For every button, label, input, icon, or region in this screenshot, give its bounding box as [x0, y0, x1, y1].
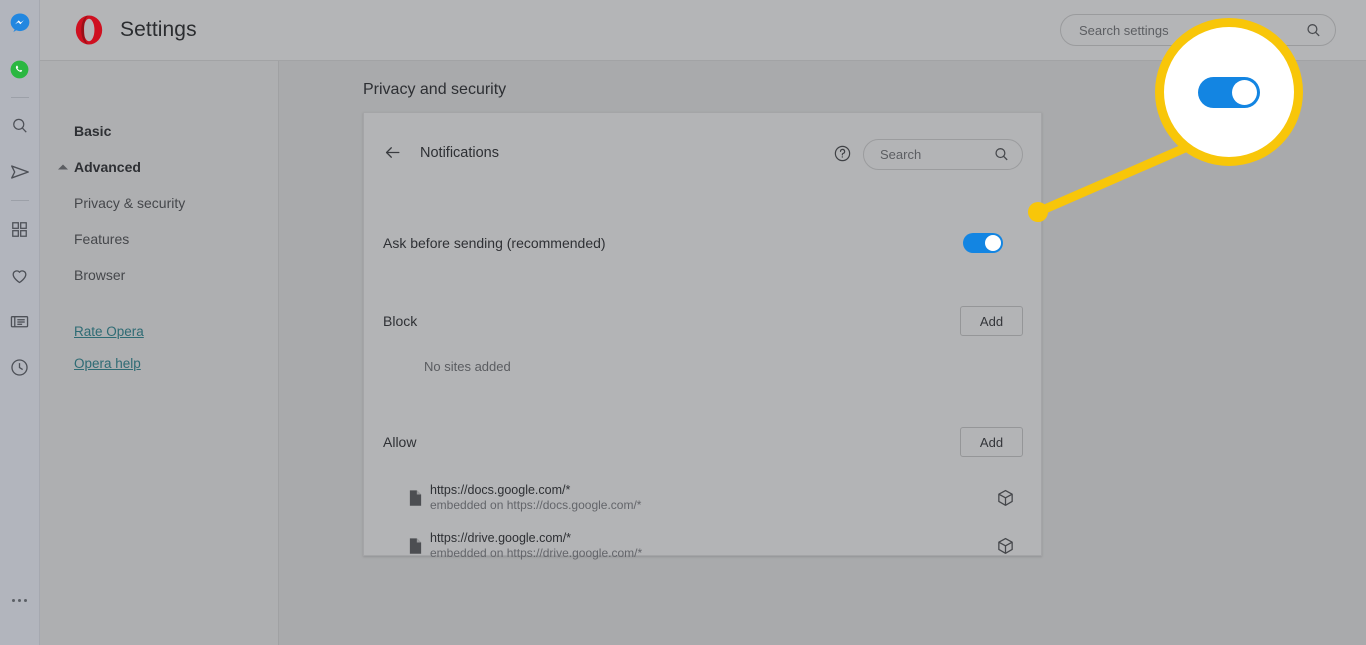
- rail-divider-1: [10, 97, 29, 98]
- clock-history-icon: [11, 358, 28, 376]
- card-spacer-1: [364, 271, 1041, 297]
- sidebar-link-opera-help[interactable]: Opera help: [40, 347, 278, 379]
- sidebar-item-label: Basic: [74, 123, 112, 139]
- whatsapp-icon: [10, 60, 29, 78]
- rail-item-speeddial[interactable]: [0, 206, 40, 252]
- rail-item-history[interactable]: [0, 344, 40, 390]
- apps-grid-icon: [12, 221, 27, 237]
- sidebar-list: Basic Advanced Privacy & security Featur…: [40, 61, 278, 379]
- search-icon: [12, 118, 27, 133]
- ask-before-sending-row: Ask before sending (recommended): [364, 215, 1041, 271]
- rail-item-news[interactable]: [0, 298, 40, 344]
- block-section-header: Block Add: [364, 297, 1041, 345]
- sidebar-item-label: Advanced: [74, 159, 141, 175]
- more-dots-icon: [12, 598, 27, 602]
- list-item[interactable]: https://docs.google.com/* embedded on ht…: [364, 474, 1041, 522]
- rail-divider-2: [10, 200, 29, 201]
- ask-before-sending-label: Ask before sending (recommended): [383, 235, 606, 251]
- telegram-send-icon: [10, 165, 29, 179]
- opera-logo: [75, 15, 103, 45]
- rail-item-whatsapp[interactable]: [0, 46, 40, 92]
- site-text: https://docs.google.com/* embedded on ht…: [430, 482, 641, 514]
- cube-icon[interactable]: [996, 536, 1015, 556]
- magnifier-callout: [1155, 18, 1303, 166]
- allow-site-list: https://docs.google.com/* embedded on ht…: [364, 466, 1041, 570]
- document-icon: [409, 538, 422, 554]
- card-search-box[interactable]: [863, 139, 1023, 170]
- notifications-card: Notifications Ask before sending (recomm…: [363, 112, 1042, 560]
- allow-label: Allow: [383, 434, 417, 450]
- site-embedded-note: embedded on https://docs.google.com/*: [430, 498, 642, 513]
- search-icon: [1307, 24, 1320, 37]
- search-icon: [995, 148, 1008, 161]
- app-title: Settings: [120, 18, 197, 41]
- site-embedded-note: embedded on https://drive.google.com/*: [430, 546, 643, 561]
- card-spacer-2: [364, 374, 1041, 418]
- allow-section-header: Allow Add: [364, 418, 1041, 466]
- app-window: Settings Basic Advanced Privacy & securi…: [0, 0, 1366, 645]
- sidebar-item-label: Privacy & security: [74, 195, 186, 211]
- sidebar-item-label: Features: [74, 231, 130, 247]
- news-card-icon: [10, 315, 29, 327]
- card-spacer-top: [364, 189, 1041, 215]
- rail-item-search[interactable]: [0, 103, 40, 149]
- rail-overflow-button[interactable]: [0, 577, 40, 623]
- toggle-knob: [985, 235, 1001, 251]
- rail-item-telegram[interactable]: [0, 149, 40, 195]
- cube-icon[interactable]: [996, 488, 1015, 508]
- sidebar-link-rate-opera[interactable]: Rate Opera: [40, 315, 278, 347]
- zoomed-toggle-knob: [1232, 79, 1257, 105]
- block-label: Block: [383, 313, 418, 329]
- settings-sidebar: Basic Advanced Privacy & security Featur…: [40, 61, 279, 645]
- block-add-button[interactable]: Add: [960, 306, 1023, 336]
- sidebar-item-browser[interactable]: Browser: [40, 257, 278, 293]
- site-text: https://drive.google.com/* embedded on h…: [430, 530, 642, 562]
- heart-icon: [12, 269, 27, 283]
- page-title: Privacy and security: [363, 81, 507, 98]
- help-circle-icon[interactable]: [833, 144, 852, 163]
- ask-before-sending-toggle[interactable]: [963, 233, 1003, 253]
- browser-side-rail: [0, 0, 40, 645]
- site-url: https://docs.google.com/*: [430, 482, 571, 497]
- site-url: https://drive.google.com/*: [430, 530, 572, 545]
- rail-item-messenger[interactable]: [0, 0, 40, 46]
- card-search-input[interactable]: [864, 147, 972, 162]
- sidebar-item-advanced[interactable]: Advanced: [40, 149, 278, 185]
- back-arrow-icon[interactable]: [383, 143, 402, 162]
- brand: Settings: [72, 13, 197, 47]
- caret-up-icon: [58, 164, 68, 170]
- document-icon: [409, 490, 422, 506]
- messenger-icon: [10, 13, 29, 33]
- card-header: Notifications: [364, 113, 1041, 189]
- sidebar-item-basic[interactable]: Basic: [40, 113, 278, 149]
- list-item[interactable]: https://drive.google.com/* embedded on h…: [364, 522, 1041, 570]
- sidebar-item-label: Browser: [74, 267, 126, 283]
- card-title: Notifications: [420, 145, 499, 161]
- sidebar-item-privacy-security[interactable]: Privacy & security: [40, 185, 278, 221]
- block-empty-note: No sites added: [424, 359, 511, 374]
- zoomed-toggle-switch: [1198, 76, 1260, 108]
- rail-item-favorites[interactable]: [0, 252, 40, 298]
- allow-add-button[interactable]: Add: [960, 427, 1023, 457]
- sidebar-item-features[interactable]: Features: [40, 221, 278, 257]
